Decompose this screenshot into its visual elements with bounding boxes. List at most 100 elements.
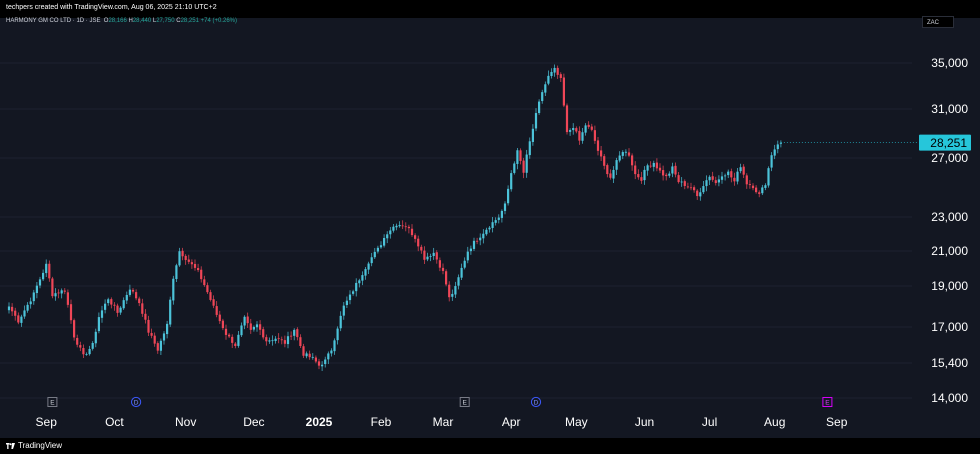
- candle-body: [110, 299, 113, 305]
- candle-body: [649, 165, 652, 167]
- candle-body: [286, 336, 290, 345]
- time-axis-label: Apr: [502, 415, 521, 429]
- candle-body: [500, 210, 503, 218]
- candle-body: [54, 293, 57, 297]
- candle-body: [42, 272, 45, 280]
- candle-body: [299, 337, 302, 347]
- candle-body: [469, 248, 472, 252]
- candle-body: [178, 251, 181, 266]
- candle-body: [107, 299, 110, 304]
- candle-body: [268, 340, 271, 342]
- candle-body: [234, 343, 237, 347]
- candle-body: [305, 353, 308, 357]
- candle-body: [373, 251, 376, 258]
- candle-body: [776, 144, 779, 150]
- candle-body: [69, 304, 73, 321]
- candle-body: [187, 259, 190, 262]
- candle-body: [141, 303, 144, 314]
- candle-body: [336, 328, 339, 341]
- candle-body: [674, 165, 677, 175]
- candle-body: [339, 315, 342, 329]
- candle-body: [85, 354, 88, 355]
- candle-body: [200, 269, 203, 280]
- candle-body: [104, 303, 107, 310]
- candle-body: [203, 279, 206, 286]
- candle-body: [17, 315, 20, 323]
- candle-body: [705, 180, 708, 187]
- candle-body: [26, 304, 29, 311]
- candle-body: [113, 304, 116, 306]
- candle-body: [314, 357, 317, 362]
- candle-body: [662, 170, 665, 176]
- candle-body: [29, 301, 32, 305]
- candle-body: [575, 128, 578, 132]
- candle-body: [472, 240, 476, 249]
- candle-body: [451, 293, 454, 297]
- candle-body: [358, 280, 361, 284]
- candle-body: [441, 267, 445, 271]
- candle-body: [156, 343, 159, 351]
- candle-body: [66, 292, 69, 305]
- candle-body: [345, 300, 348, 306]
- candle-body: [569, 130, 572, 132]
- candle-body: [327, 353, 330, 360]
- candle-body: [32, 292, 35, 302]
- candle-body: [435, 252, 438, 260]
- candle-body: [590, 126, 593, 130]
- candle-body: [618, 155, 621, 161]
- candle-body: [606, 165, 609, 175]
- candle-body: [624, 151, 627, 153]
- tradingview-logo[interactable]: TradingView: [6, 441, 62, 450]
- marker-label: E: [825, 400, 830, 407]
- candle-body: [379, 245, 383, 248]
- candle-body: [57, 292, 60, 294]
- candle-body: [466, 251, 469, 261]
- candle-body: [252, 326, 255, 330]
- candle-body: [172, 278, 175, 301]
- candle-body: [652, 162, 655, 167]
- candle-body: [60, 290, 63, 294]
- candle-body: [448, 284, 451, 298]
- candle-body: [581, 132, 584, 141]
- candle-body: [572, 127, 575, 131]
- candle-body: [280, 339, 283, 341]
- candle-body: [367, 263, 370, 270]
- candle-body: [209, 292, 212, 300]
- candle-body: [166, 323, 169, 335]
- candle-body: [240, 325, 243, 336]
- candle-body: [556, 67, 559, 75]
- candle-body: [82, 348, 85, 355]
- candle-body: [348, 294, 352, 301]
- candle-body: [578, 130, 581, 141]
- candle-body: [190, 262, 193, 265]
- time-axis-label: Nov: [175, 415, 196, 429]
- price-axis-label: 23,000: [931, 210, 968, 224]
- candle-body: [544, 84, 547, 93]
- candle-body: [658, 167, 662, 171]
- candle-body: [392, 226, 395, 231]
- candle-body: [76, 337, 79, 345]
- candle-body: [454, 286, 457, 295]
- candle-body: [476, 240, 479, 242]
- price-axis-label: 14,000: [931, 391, 968, 405]
- candle-body: [720, 176, 724, 180]
- candle-body: [215, 306, 218, 315]
- candle-body: [559, 74, 562, 78]
- candle-body: [717, 179, 720, 183]
- candle-body: [23, 310, 26, 317]
- price-axis-label: 17,000: [931, 320, 968, 334]
- candle-body: [541, 92, 544, 102]
- time-axis-label: Dec: [243, 415, 264, 429]
- candle-body: [751, 185, 755, 189]
- candle-body: [283, 340, 286, 344]
- candle-body: [420, 246, 423, 251]
- candle-body: [11, 306, 14, 312]
- price-axis-label: 31,000: [931, 102, 968, 116]
- candle-body: [212, 299, 215, 306]
- candle-body: [259, 324, 262, 330]
- candle-body: [612, 169, 615, 179]
- time-axis-label: Oct: [105, 415, 124, 429]
- price-chart[interactable]: 35,000 31,000 27,000 23,000 21,000 19,000 17,0…: [0, 0, 980, 454]
- candle-body: [702, 186, 705, 193]
- time-axis-label: Mar: [433, 415, 454, 429]
